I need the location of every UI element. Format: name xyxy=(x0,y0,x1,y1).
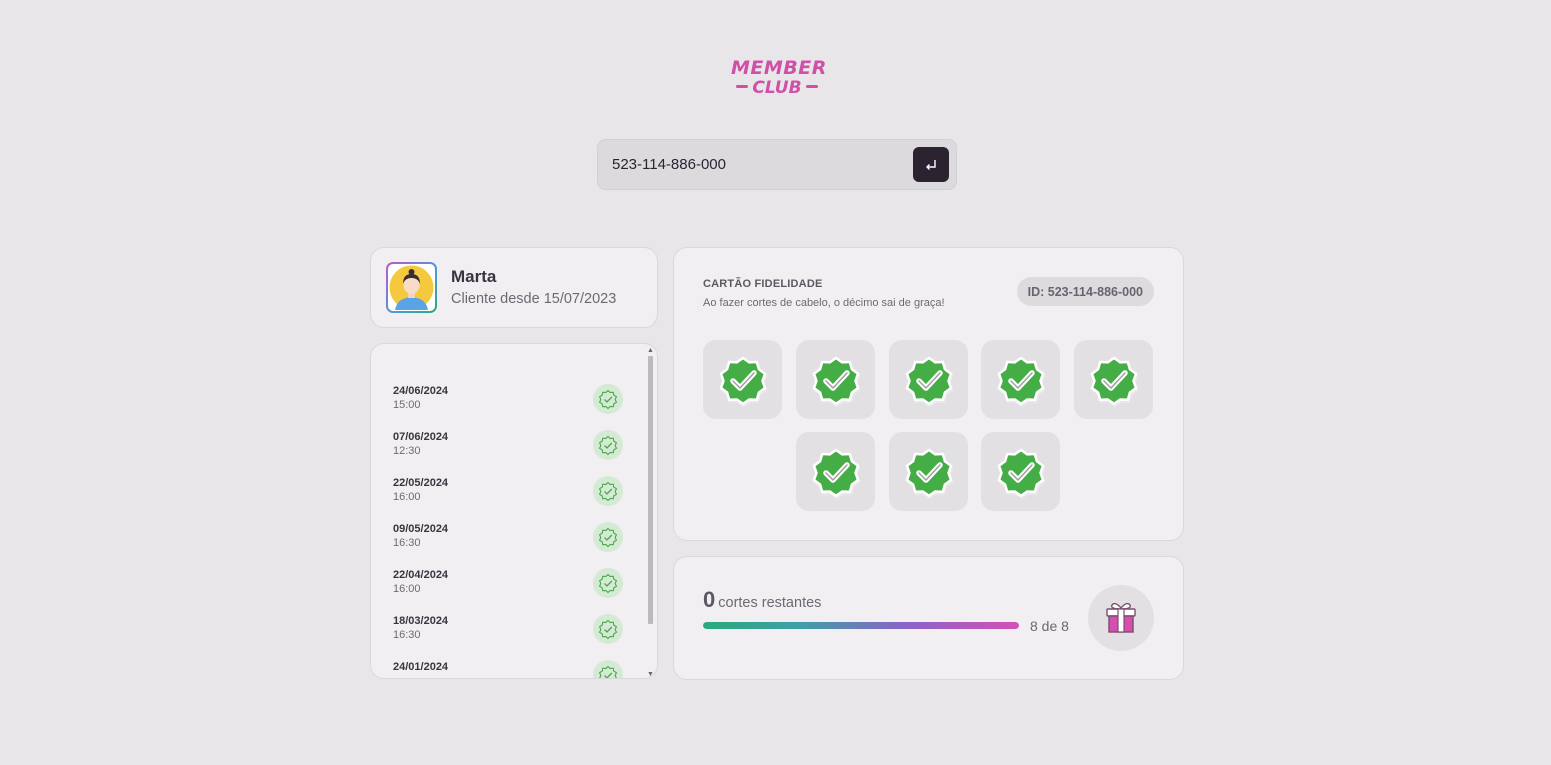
gift-icon xyxy=(1088,585,1154,651)
remaining-number: 0 xyxy=(703,587,716,612)
visit-date: 22/04/2024 xyxy=(393,569,449,581)
stamp-slot xyxy=(981,340,1060,419)
check-badge-icon xyxy=(593,476,623,506)
green-check-badge-icon xyxy=(997,447,1045,499)
loyalty-card: CARTÃO FIDELIDADE Ao fazer cortes de cab… xyxy=(673,247,1184,541)
remaining-count: 0 cortes restantes xyxy=(703,587,821,613)
visit-time: 16:30 xyxy=(393,629,421,641)
list-item: 09/05/2024 16:30 xyxy=(393,522,623,568)
scroll-down-arrow-icon[interactable]: ▼ xyxy=(647,671,654,678)
loyalty-card-subtitle: Ao fazer cortes de cabelo, o décimo sai … xyxy=(703,297,945,309)
client-since: Cliente desde 15/07/2023 xyxy=(451,291,617,307)
check-badge-icon xyxy=(593,384,623,414)
green-check-badge-icon xyxy=(812,447,860,499)
stamp-slot xyxy=(889,340,968,419)
remaining-label: cortes restantes xyxy=(718,595,822,611)
check-badge-icon xyxy=(593,430,623,460)
green-check-badge-icon xyxy=(719,355,767,407)
client-id-badge: ID: 523-114-886-000 xyxy=(1016,277,1154,306)
list-item: 07/06/2024 12:30 xyxy=(393,430,623,476)
visit-time: 16:00 xyxy=(393,491,421,503)
visit-date: 22/05/2024 xyxy=(393,477,449,489)
progress-bar-fill xyxy=(703,622,1019,629)
person-avatar-icon xyxy=(389,265,434,310)
stamp-slot xyxy=(703,340,782,419)
visit-time: 16:30 xyxy=(393,537,421,549)
list-item: 24/06/2024 15:00 xyxy=(393,384,623,430)
visit-date: 18/03/2024 xyxy=(393,615,449,627)
client-id-search xyxy=(597,139,957,190)
visit-list: 24/06/2024 15:00 07/06/2024 12:30 22/05/… xyxy=(393,384,623,678)
check-badge-icon xyxy=(593,568,623,598)
visit-date: 24/06/2024 xyxy=(393,385,449,397)
progress-fraction: 8 de 8 xyxy=(1030,618,1069,634)
stamp-slot xyxy=(1074,340,1153,419)
enter-arrow-icon xyxy=(926,159,936,170)
green-check-badge-icon xyxy=(905,355,953,407)
progress-bar xyxy=(703,622,1019,629)
visit-date: 07/06/2024 xyxy=(393,431,449,443)
green-check-badge-icon xyxy=(812,355,860,407)
list-item: 24/01/2024 xyxy=(393,660,623,678)
client-id-input[interactable] xyxy=(612,140,902,189)
green-check-badge-icon xyxy=(1090,355,1138,407)
list-item: 22/04/2024 16:00 xyxy=(393,568,623,614)
visit-date: 09/05/2024 xyxy=(393,523,449,535)
history-scrollbar[interactable]: ▲ ▼ xyxy=(647,347,654,678)
green-check-badge-icon xyxy=(905,447,953,499)
client-profile-card: Marta Cliente desde 15/07/2023 xyxy=(370,247,658,328)
scrollbar-thumb[interactable] xyxy=(648,356,653,624)
visit-date: 24/01/2024 xyxy=(393,661,449,673)
avatar xyxy=(386,262,437,313)
loyalty-card-title: CARTÃO FIDELIDADE xyxy=(703,278,823,290)
stamp-slot xyxy=(981,432,1060,511)
list-item: 18/03/2024 16:30 xyxy=(393,614,623,660)
scroll-up-arrow-icon[interactable]: ▲ xyxy=(647,347,654,354)
member-club-logo: MEMBER CLUB xyxy=(731,57,827,98)
check-badge-icon xyxy=(593,614,623,644)
visit-time: 15:00 xyxy=(393,399,421,411)
progress-card: 0 cortes restantes 8 de 8 xyxy=(673,556,1184,680)
stamp-slot xyxy=(889,432,968,511)
client-name: Marta xyxy=(451,267,497,286)
green-check-badge-icon xyxy=(997,355,1045,407)
submit-button[interactable] xyxy=(913,147,949,182)
stamp-slot xyxy=(796,432,875,511)
stamp-slot xyxy=(796,340,875,419)
visit-time: 16:00 xyxy=(393,583,421,595)
visit-history-card: 24/06/2024 15:00 07/06/2024 12:30 22/05/… xyxy=(370,343,658,679)
visit-time: 12:30 xyxy=(393,445,421,457)
check-badge-icon xyxy=(593,522,623,552)
list-item: 22/05/2024 16:00 xyxy=(393,476,623,522)
